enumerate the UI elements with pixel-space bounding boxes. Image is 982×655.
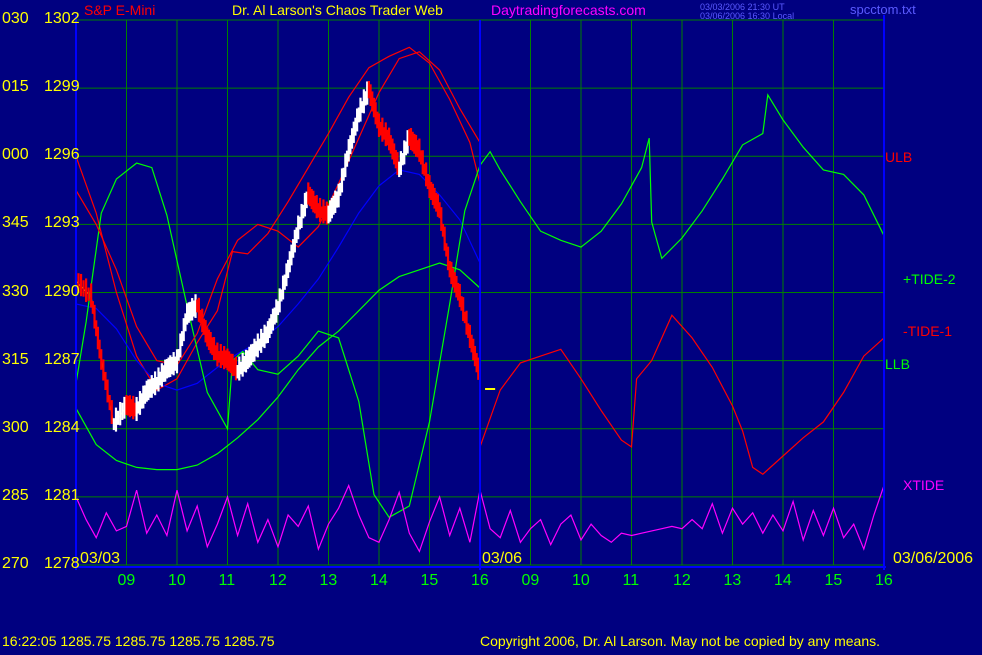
x-tick-label: 12 [673,572,691,589]
file-name: spcctom.txt [850,2,916,17]
x-tick-label: 16 [875,572,893,589]
y-tick-angle: 300 [2,418,29,436]
y-tick-price: 1281 [44,486,80,504]
y-tick-angle: 345 [2,214,29,232]
x-tick-label: 16 [471,572,489,589]
timestamp-local: 03/06/2006 16:30 Local [700,11,795,21]
y-tick-angle: 015 [2,78,29,96]
y-tick-angle: 330 [2,282,29,300]
x-tick-label: 11 [218,572,236,589]
quote-readout: 16:22:05 1285.75 1285.75 1285.75 1285.75 [2,633,275,649]
symbol-label: S&P E-Mini [84,2,156,18]
label-xtide: XTIDE [903,477,945,493]
y-tick-angle: 270 [2,555,29,572]
y-tick-angle: 000 [2,146,29,164]
x-tick-label: 13 [723,572,742,589]
date-label-mid: 03/06 [482,550,523,567]
price-bars [74,80,496,432]
y-tick-price: 1284 [44,418,80,436]
y-tick-price: 1290 [44,282,80,300]
copyright: Copyright 2006, Dr. Al Larson. May not b… [480,633,881,649]
x-tick-label: 10 [168,572,186,589]
date-label-start: 03/03 [80,550,121,567]
y-tick-angle: 030 [2,10,29,27]
chart-title: Dr. Al Larson's Chaos Trader Web [232,2,443,18]
x-tick-label: 10 [572,572,590,589]
x-tick-label: 15 [420,572,439,589]
site-link[interactable]: Daytradingforecasts.com [491,3,646,17]
label-tide-plus2: +TIDE-2 [903,271,956,287]
x-tick-label: 14 [774,572,792,589]
y-tick-price: 1287 [44,350,80,368]
y-tick-price: 1299 [44,78,80,96]
chart: S&P E-Mini Dr. Al Larson's Chaos Trader … [0,0,982,650]
x-tick-label: 12 [269,572,287,589]
x-tick-label: 09 [117,572,136,589]
x-tick-label: 14 [370,572,388,589]
x-tick-label: 13 [319,572,338,589]
label-tide-minus1: -TIDE-1 [903,323,952,339]
y-tick-price: 1278 [44,555,80,572]
x-tick-label: 11 [622,572,640,589]
y-tick-angle: 315 [2,350,29,368]
label-llb: LLB [885,356,910,372]
y-tick-price: 1293 [44,214,80,232]
label-ulb: ULB [885,149,913,165]
date-label-end: 03/06/2006 [893,550,974,567]
y-tick-price: 1302 [44,10,80,27]
x-tick-label: 09 [521,572,540,589]
x-tick-label: 15 [824,572,843,589]
y-tick-price: 1296 [44,146,80,164]
y-tick-angle: 285 [2,486,29,504]
